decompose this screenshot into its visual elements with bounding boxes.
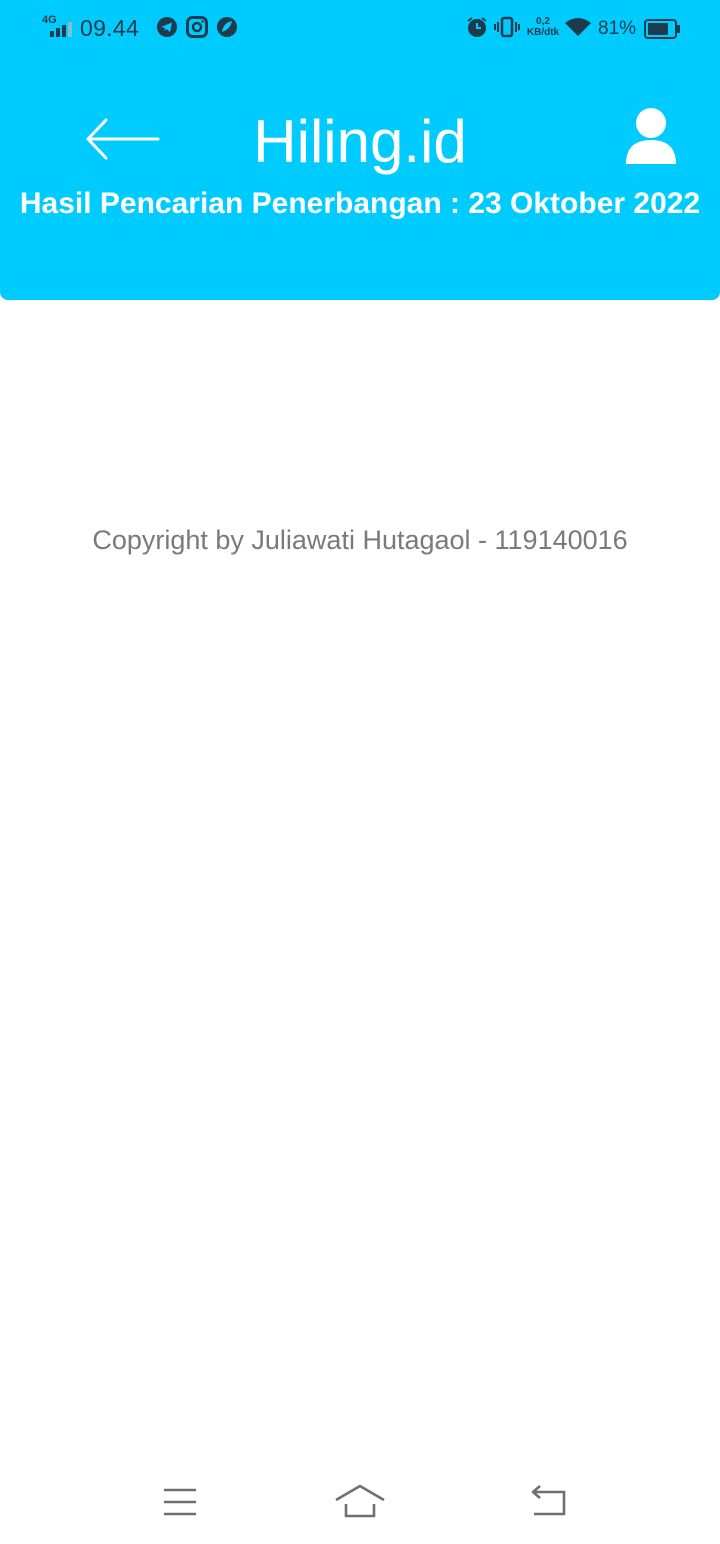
battery-icon xyxy=(644,19,680,44)
instagram-icon xyxy=(186,16,208,43)
vibrate-icon xyxy=(494,16,520,43)
net-speed-value: 0,2 xyxy=(536,16,550,27)
home-button[interactable] xyxy=(328,1480,392,1524)
copyright-text: Copyright by Juliawati Hutagaol - 119140… xyxy=(92,525,628,555)
wifi-icon xyxy=(564,16,592,43)
app-icon xyxy=(216,16,238,43)
system-nav-bar xyxy=(0,1460,720,1544)
app-title: Hiling.id xyxy=(253,108,467,175)
screen: 4G 09.44 0,2 KB/dtk 81% Hiling.id Hasil … xyxy=(0,0,720,1544)
nav-back-button[interactable] xyxy=(516,1480,580,1524)
user-icon xyxy=(626,108,676,164)
battery-percent: 81% xyxy=(598,18,637,39)
back-icon xyxy=(531,1485,566,1516)
menu-icon xyxy=(164,1488,196,1516)
net-speed-unit: KB/dtk xyxy=(526,27,560,38)
net-speed: 0,2 KB/dtk xyxy=(526,16,560,38)
signal-icon: 4G xyxy=(42,14,76,40)
app-header: 4G 09.44 0,2 KB/dtk 81% Hiling.id Hasil … xyxy=(0,0,720,300)
status-bar: 4G 09.44 0,2 KB/dtk 81% xyxy=(0,0,720,58)
profile-button[interactable] xyxy=(622,106,680,166)
search-result-subtitle: Hasil Pencarian Penerbangan : 23 Oktober… xyxy=(19,187,701,220)
status-time: 09.44 xyxy=(80,15,140,41)
home-icon xyxy=(335,1484,385,1518)
menu-button[interactable] xyxy=(148,1480,212,1524)
alarm-icon xyxy=(466,16,488,43)
telegram-icon xyxy=(156,16,178,43)
